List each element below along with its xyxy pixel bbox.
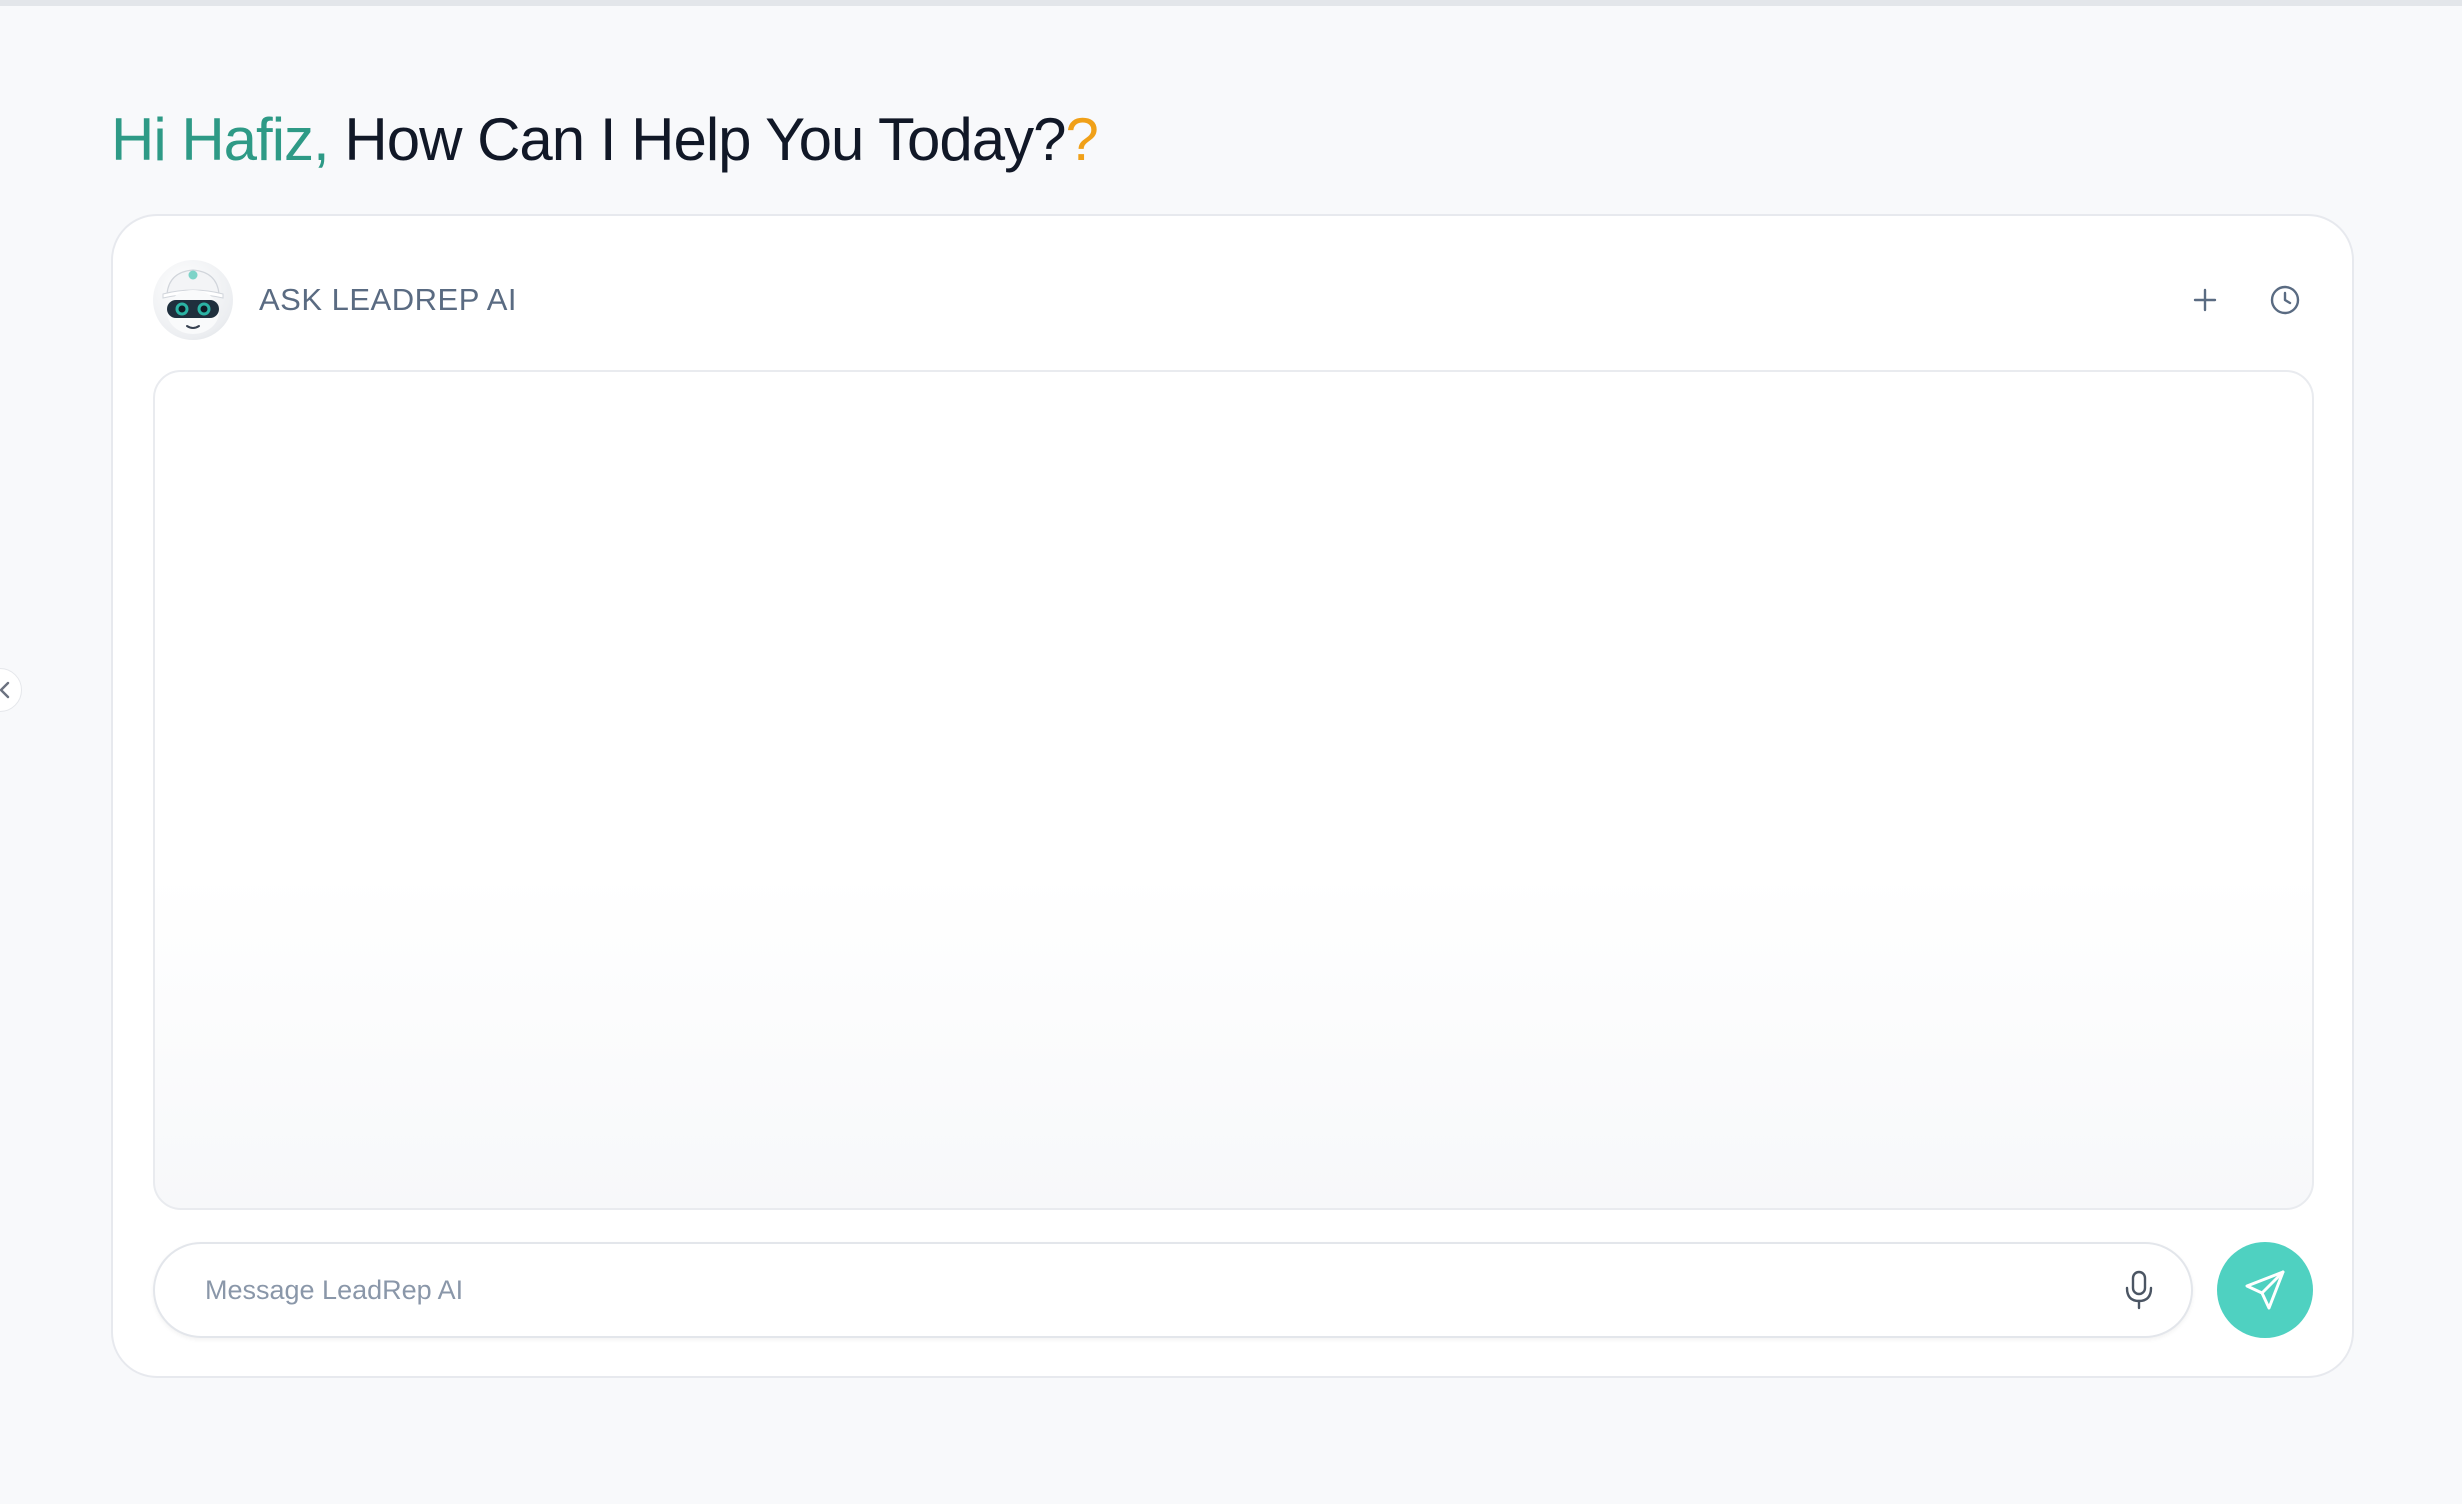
clock-icon: [2270, 285, 2300, 315]
page-greeting: Hi Hafiz, How Can I Help You Today??: [111, 96, 1099, 184]
chat-panel: ASK LEADREP AI: [111, 214, 2354, 1378]
microphone-icon: [2125, 1270, 2153, 1310]
greeting-question: How Can I Help You Today?: [344, 106, 1066, 173]
message-input[interactable]: [203, 1259, 2109, 1321]
robot-avatar: [153, 260, 233, 340]
voice-input-button[interactable]: [2109, 1260, 2169, 1320]
chat-header: ASK LEADREP AI: [153, 260, 2312, 340]
sidebar-collapse-toggle[interactable]: [0, 668, 22, 712]
robot-mascot-icon: [162, 269, 224, 334]
send-button[interactable]: [2217, 1242, 2313, 1338]
message-list[interactable]: [153, 370, 2314, 1210]
send-icon: [2245, 1270, 2285, 1310]
new-chat-button[interactable]: [2178, 273, 2232, 327]
chat-history-button[interactable]: [2258, 273, 2312, 327]
chevron-left-icon: [0, 681, 10, 699]
message-composer: [153, 1242, 2193, 1338]
top-divider: [0, 0, 2462, 6]
greeting-accent-mark: ?: [1065, 106, 1098, 173]
greeting-name: Hi Hafiz,: [111, 106, 330, 173]
chat-title: ASK LEADREP AI: [259, 282, 517, 317]
chat-header-actions: [2152, 273, 2312, 327]
plus-icon: [2193, 288, 2217, 312]
